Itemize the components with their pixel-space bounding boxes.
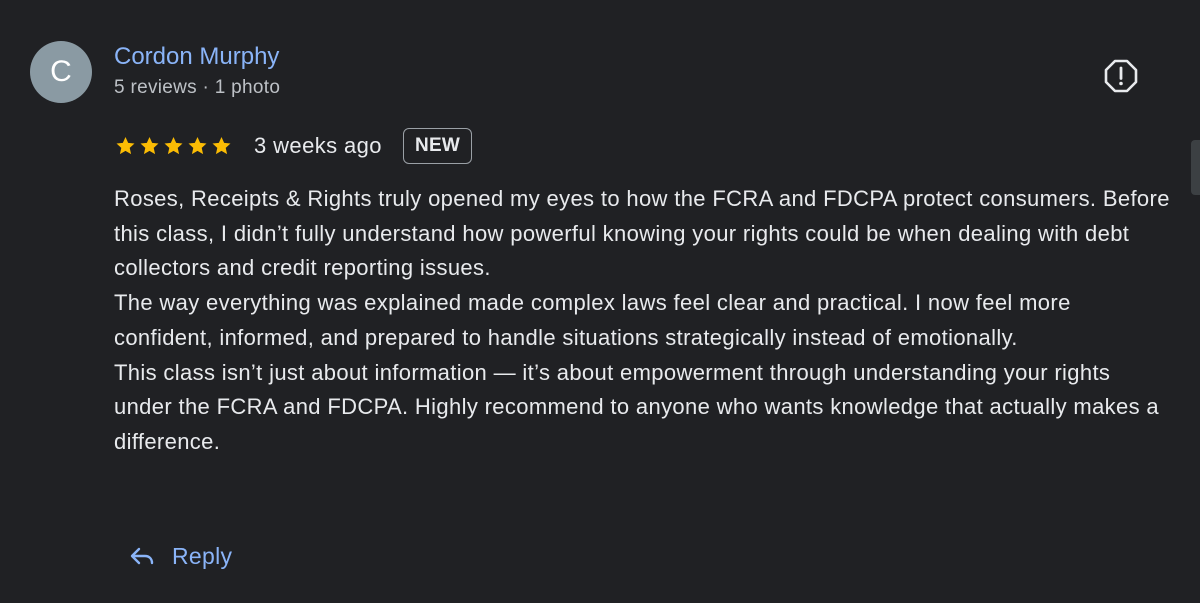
report-octagon-icon xyxy=(1104,59,1138,93)
reviewer-name[interactable]: Cordon Murphy xyxy=(114,42,279,72)
new-badge: NEW xyxy=(402,128,473,164)
avatar[interactable]: C xyxy=(30,41,92,103)
avatar-letter: C xyxy=(50,55,72,88)
star-icon xyxy=(212,137,231,155)
star-icon xyxy=(188,137,207,155)
reviewer-meta: 5 reviews · 1 photo xyxy=(114,77,281,98)
star-rating xyxy=(114,135,233,157)
scrollbar-thumb[interactable] xyxy=(1191,140,1200,195)
reply-button[interactable]: Reply xyxy=(128,536,232,576)
review-card: C Cordon Murphy 5 reviews · 1 photo 3 we… xyxy=(0,0,1200,603)
rating-row: 3 weeks ago NEW xyxy=(114,126,473,166)
review-text: Roses, Receipts & Rights truly opened my… xyxy=(114,182,1174,460)
star-icon xyxy=(140,137,159,155)
review-paragraph: Roses, Receipts & Rights truly opened my… xyxy=(114,186,1170,281)
review-paragraph: This class isn’t just about information … xyxy=(114,359,1160,454)
reply-label: Reply xyxy=(172,542,233,569)
star-icon xyxy=(164,137,183,155)
reply-arrow-icon xyxy=(130,547,154,565)
report-button[interactable] xyxy=(1101,56,1141,96)
star-icon xyxy=(116,137,135,155)
review-paragraph: The way everything was explained made co… xyxy=(114,290,1071,350)
review-date: 3 weeks ago xyxy=(254,133,382,158)
